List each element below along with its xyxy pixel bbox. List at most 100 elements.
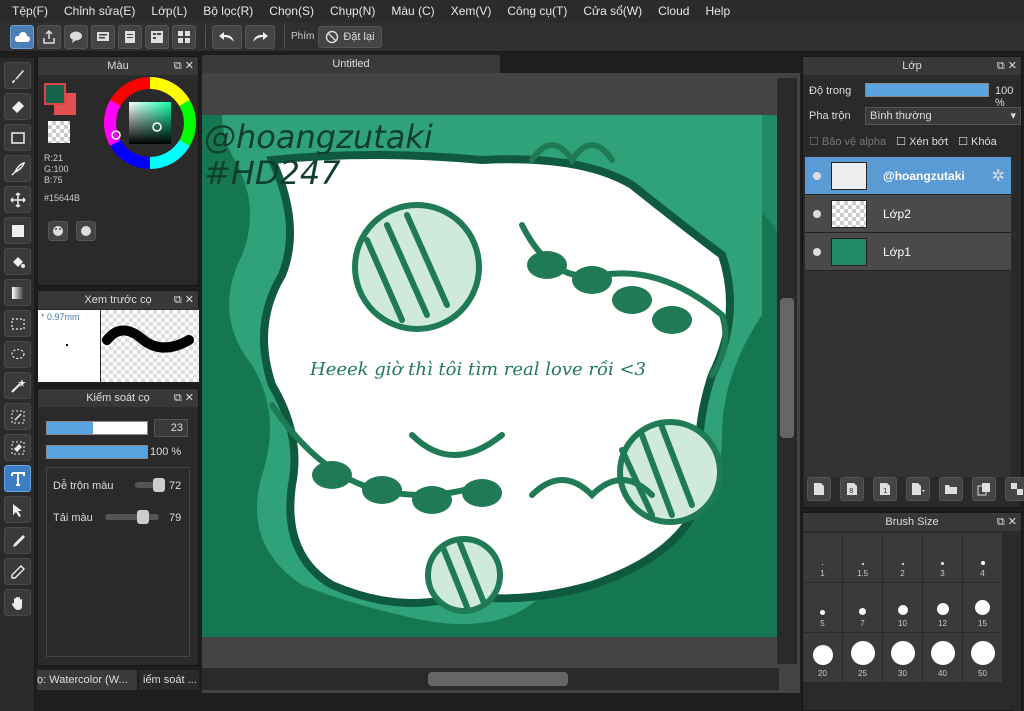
select-rect-tool-icon[interactable] (4, 310, 31, 337)
document-tab[interactable]: Untitled (202, 55, 500, 73)
brush-size-cell[interactable]: 1.5 (843, 533, 883, 583)
transparent-swatch[interactable] (48, 121, 70, 143)
move-tool-icon[interactable] (4, 186, 31, 213)
document-icon[interactable] (118, 24, 142, 49)
brush-size-cell[interactable]: 1 (803, 533, 843, 583)
redo-icon[interactable] (245, 24, 275, 49)
brush-size-cell[interactable]: 10 (883, 583, 923, 633)
lock-checkbox[interactable]: ☐ Khóa (958, 135, 997, 148)
menu-capture[interactable]: Chụp(N) (322, 0, 383, 22)
layers-panel: Lớp ⧉ ✕ Độ trong 100 % Pha trộn Bình thư… (802, 56, 1024, 508)
grid-icon[interactable] (172, 24, 196, 49)
brush-size-cell[interactable]: 50 (963, 633, 1003, 683)
brush-size-cell[interactable]: 20 (803, 633, 843, 683)
tab-brush-control[interactable]: iểm soát ... (139, 670, 199, 690)
layer-scrollbar[interactable] (1013, 157, 1021, 477)
eye-icon[interactable] (813, 171, 821, 180)
palette-icon[interactable] (48, 221, 68, 241)
canvas-area[interactable]: Heeek giờ thì tôi tìm real love rồi <3 @… (202, 73, 800, 693)
layer-row[interactable]: Lớp1 (805, 233, 1011, 271)
operation-tool-icon[interactable] (4, 496, 31, 523)
new-layer-8bit-icon[interactable]: 8 (840, 477, 864, 501)
undo-icon[interactable] (212, 24, 242, 49)
select-eraser-tool-icon[interactable] (4, 434, 31, 461)
brush-size-cell[interactable]: 25 (843, 633, 883, 683)
layer-row[interactable]: @hoangzutaki ✲ (805, 157, 1011, 195)
panel-close-icon[interactable]: ⧉ ✕ (997, 513, 1017, 531)
mix-slider[interactable] (135, 478, 165, 492)
reset-label: Đặt lại (343, 30, 375, 43)
eraser-tool-icon[interactable] (4, 93, 31, 120)
blend-mode-select[interactable]: Bình thường ▾ (865, 107, 1021, 125)
magic-wand-tool-icon[interactable] (4, 372, 31, 399)
artwork-canvas[interactable]: Heeek giờ thì tôi tìm real love rồi <3 (202, 115, 778, 637)
lasso-tool-icon[interactable] (4, 341, 31, 368)
brush-size-cell[interactable]: 30 (883, 633, 923, 683)
list-icon[interactable] (145, 24, 169, 49)
menu-window[interactable]: Cửa sổ(W) (575, 0, 650, 22)
eye-icon[interactable] (813, 247, 821, 256)
menu-view[interactable]: Xem(V) (443, 0, 500, 22)
pen-tool-icon[interactable] (4, 155, 31, 182)
color-wheel[interactable] (104, 77, 196, 169)
brush-size-cell[interactable]: 2 (883, 533, 923, 583)
panel-close-icon[interactable]: ⧉ ✕ (997, 57, 1017, 75)
brush-tool-icon[interactable] (4, 62, 31, 89)
eye-icon[interactable] (813, 209, 821, 218)
menu-color[interactable]: Màu (C) (383, 0, 442, 22)
brush-size-cell[interactable]: 12 (923, 583, 963, 633)
brush-size-slider[interactable] (46, 421, 148, 435)
brush-opacity-slider[interactable] (46, 445, 148, 459)
share-icon[interactable] (37, 24, 61, 49)
panel-close-icon[interactable]: ⧉ ✕ (174, 291, 194, 309)
tab-brush-watercolor[interactable]: ọ: Watercolor (W... (37, 670, 137, 690)
menu-tools[interactable]: Công cụ(T) (499, 0, 575, 22)
merge-layer-icon[interactable] (1005, 477, 1024, 501)
cloud-icon[interactable] (10, 24, 34, 49)
duplicate-layer-icon[interactable] (972, 477, 996, 501)
eyedropper-tool-icon[interactable] (4, 558, 31, 585)
fill-rect-tool-icon[interactable] (4, 217, 31, 244)
menu-select[interactable]: Chọn(S) (261, 0, 322, 22)
brush-size-cell[interactable]: 3 (923, 533, 963, 583)
brush-size-cell[interactable]: 15 (963, 583, 1003, 633)
panel-close-icon[interactable]: ⧉ ✕ (174, 57, 194, 75)
horizontal-scrollbar[interactable] (202, 668, 779, 690)
color-set-icon[interactable] (76, 221, 96, 241)
reset-button[interactable]: Đặt lại (318, 25, 382, 48)
bucket-tool-icon[interactable] (4, 248, 31, 275)
menu-cloud[interactable]: Cloud (650, 0, 697, 22)
vertical-scrollbar[interactable] (777, 78, 797, 664)
brush-size-cell[interactable]: 7 (843, 583, 883, 633)
brush-size-scrollbar[interactable] (1013, 533, 1021, 711)
layer-opacity-slider[interactable] (865, 83, 989, 97)
load-slider[interactable] (105, 510, 159, 524)
clip-checkbox[interactable]: ☐ Xén bớt (896, 135, 948, 148)
add-layer-menu-icon[interactable] (906, 477, 930, 501)
menu-filter[interactable]: Bộ lọc(R) (195, 0, 261, 22)
brush-size-cell[interactable]: 40 (923, 633, 963, 683)
panel-close-icon[interactable]: ⧉ ✕ (174, 389, 194, 407)
brush-size-cell[interactable]: 4 (963, 533, 1003, 583)
menu-edit[interactable]: Chỉnh sửa(E) (56, 0, 143, 22)
dropper-pen-tool-icon[interactable] (4, 527, 31, 554)
folder-icon[interactable] (939, 477, 963, 501)
brush-size-value[interactable]: 23 (154, 419, 188, 437)
primary-color-swatch[interactable] (44, 83, 66, 105)
rectangle-tool-icon[interactable] (4, 124, 31, 151)
gradient-tool-icon[interactable] (4, 279, 31, 306)
new-layer-icon[interactable] (807, 477, 831, 501)
protect-alpha-checkbox[interactable]: ☐ Bảo vệ alpha (809, 135, 886, 148)
menu-file[interactable]: Tệp(F) (4, 0, 56, 22)
brush-size-cell[interactable]: 5 (803, 583, 843, 633)
gear-icon[interactable]: ✲ (992, 166, 1005, 186)
text-tool-icon[interactable] (4, 465, 31, 492)
message-icon[interactable] (91, 24, 115, 49)
menu-layer[interactable]: Lớp(L) (143, 0, 195, 22)
select-pen-tool-icon[interactable] (4, 403, 31, 430)
new-layer-1bit-icon[interactable]: 1 (873, 477, 897, 501)
menu-help[interactable]: Help (697, 0, 738, 22)
layer-row[interactable]: Lớp2 (805, 195, 1011, 233)
hand-tool-icon[interactable] (4, 589, 31, 616)
comment-icon[interactable] (64, 24, 88, 49)
